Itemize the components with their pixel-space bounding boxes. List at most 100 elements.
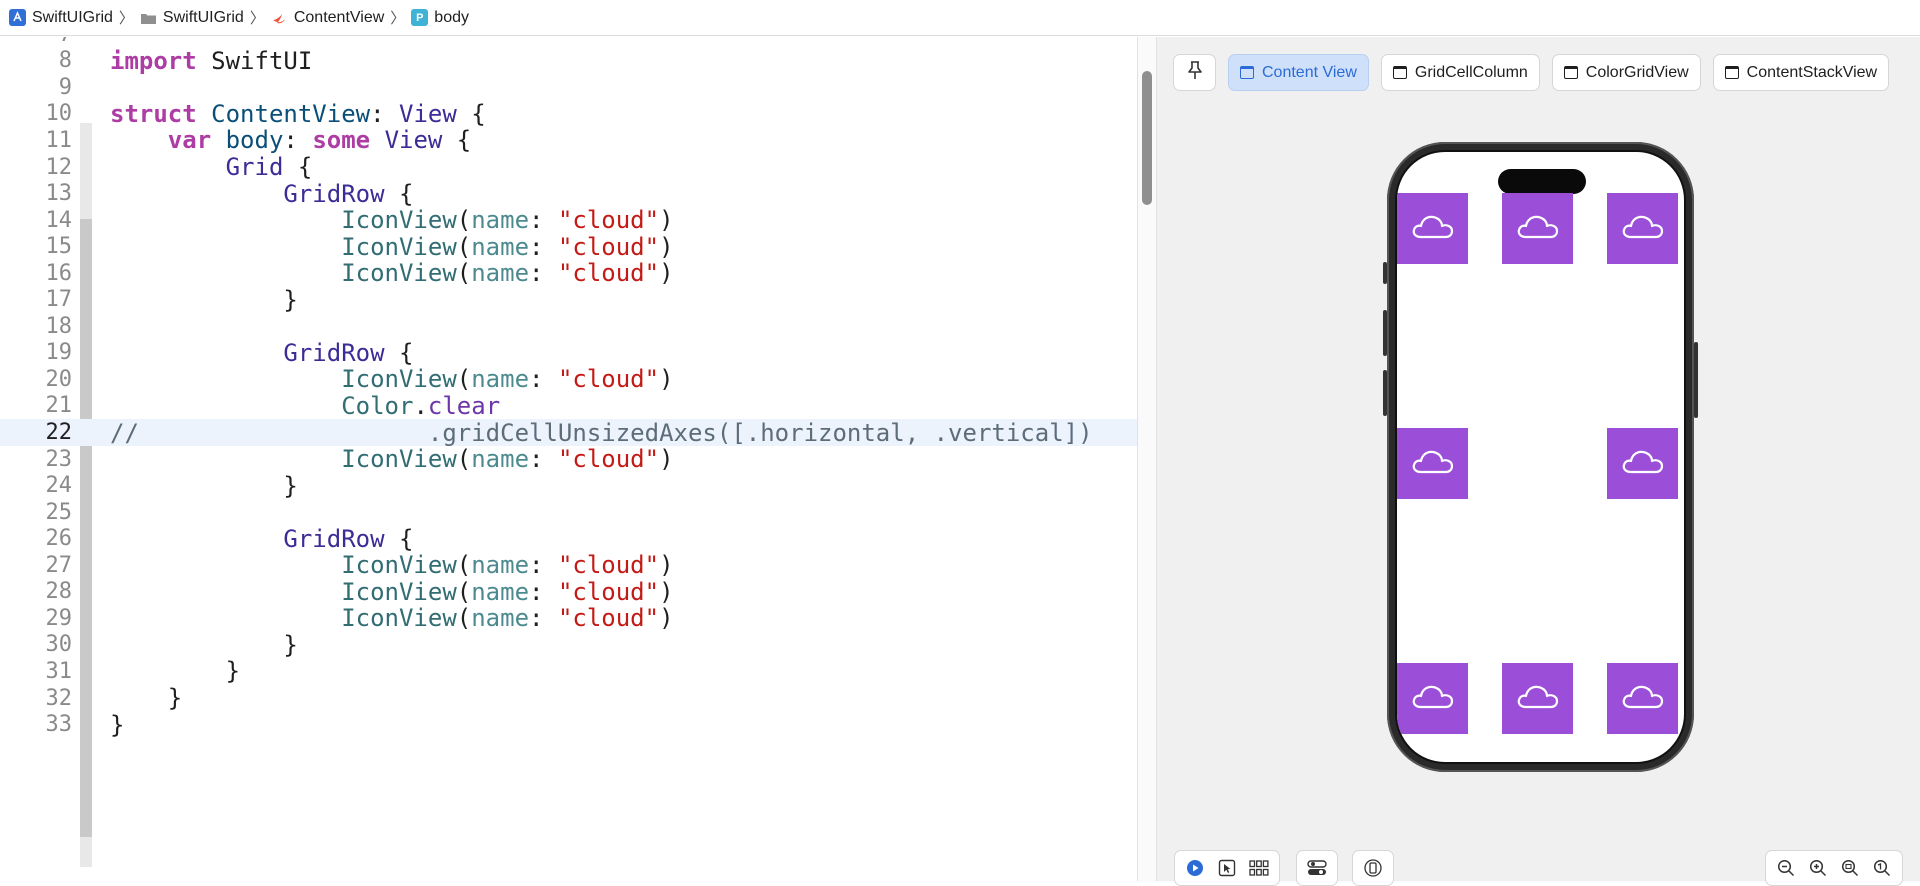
code-token: View [399,99,457,128]
preview-tab-content-view[interactable]: Content View [1228,54,1369,91]
preview-tab-label: ContentStackView [1746,63,1878,81]
code-line[interactable]: 11 var body: some View { [0,126,1137,155]
preview-tab-label: Content View [1262,63,1357,81]
selectable-icon[interactable] [1216,857,1238,879]
code-token: } [110,285,298,314]
cloud-icon [1621,446,1665,481]
code-token: "cloud" [557,259,660,288]
device-settings-icon[interactable] [1306,857,1328,879]
code-token: : [370,99,400,128]
code-line[interactable]: 19 GridRow { [0,339,1137,367]
code-line[interactable]: 10 struct ContentView: View { [0,99,1137,128]
code-line[interactable]: 12 Grid { [0,153,1137,181]
code-line[interactable]: 31 } [0,657,1137,686]
code-token: "cloud" [557,232,660,261]
code-token: : [529,232,558,261]
preview-tab-gridcellcolumn[interactable]: GridCellColumn [1380,54,1540,91]
code-token: name [471,232,530,261]
code-line[interactable]: 20 IconView(name: "cloud") [0,365,1137,394]
code-line[interactable]: 32 } [0,684,1137,712]
code-line[interactable]: 22 // .gridCellUnsizedAxes([.horizontal, … [0,419,1137,447]
code-token: : [529,445,558,474]
code-line[interactable]: 8 import SwiftUI [0,47,1137,75]
line-number: 15 [45,234,73,260]
zoom-out-icon[interactable] [1775,857,1797,879]
preview-tab-colorgridview[interactable]: ColorGridView [1551,54,1701,91]
breadcrumb-item-folder[interactable]: SwiftUIGrid [140,9,244,27]
device-button [1383,262,1387,284]
code-line[interactable]: 14 IconView(name: "cloud") [0,206,1137,235]
code-token: var [167,126,212,155]
code-token: // .gridCellUnsizedAxes([.horizontal, .v… [110,418,1093,447]
code-token: : [529,206,558,235]
code-text: } [110,711,124,739]
grid-cell [1502,663,1573,734]
folder-icon [140,9,157,26]
zoom-in-icon[interactable] [1807,857,1829,879]
code-token: "cloud" [557,365,660,394]
code-token: IconView [341,206,457,235]
line-number: 17 [45,287,73,313]
line-number: 22 [45,420,73,446]
editor-scrollbar[interactable] [1137,37,1157,881]
code-line[interactable]: 30 } [0,631,1137,659]
line-number: 12 [45,154,73,180]
zoom-actual-icon[interactable] [1871,857,1893,879]
code-token: name [471,259,530,288]
code-line[interactable]: 21 Color.clear [0,392,1137,420]
code-token: name [471,206,530,235]
device-preview[interactable] [1383,142,1698,772]
cloud-icon [1516,211,1560,246]
code-text: } [110,285,298,314]
code-token: : [283,126,313,155]
breadcrumb-item-symbol[interactable]: P body [411,9,469,27]
code-line[interactable]: 9 [0,74,1137,101]
code-line[interactable]: 27 IconView(name: "cloud") [0,551,1137,580]
device-button [1694,342,1698,418]
property-icon: P [411,9,429,26]
breadcrumb-label: SwiftUIGrid [162,8,244,26]
code-line[interactable]: 23 IconView(name: "cloud") [0,445,1137,474]
code-line[interactable]: 28 IconView(name: "cloud") [0,577,1137,606]
code-line[interactable]: 18 [0,313,1137,340]
code-token: IconView [341,551,457,580]
code-line[interactable]: 24 } [0,472,1137,500]
code-line[interactable]: 13 GridRow { [0,179,1137,208]
breadcrumb-label: body [434,8,469,26]
code-token: } [110,657,241,686]
code-token: GridRow [283,179,385,208]
code-token: ) [659,445,674,474]
preview-tab-contentstackview[interactable]: ContentStackView [1712,54,1890,91]
code-token: View [384,126,443,155]
scrollbar-thumb[interactable] [1142,71,1152,205]
preview-tabbar: Content View GridCellColumn ColorGridVie… [1173,54,1890,91]
line-number: 13 [45,181,73,207]
code-editor[interactable]: 78 import SwiftUI 910 struct ContentView: V… [0,37,1137,881]
breadcrumb-item-file[interactable]: ContentView [271,9,384,27]
zoom-fit-icon[interactable] [1839,857,1861,879]
cloud-icon [1621,211,1665,246]
pin-preview-button[interactable] [1173,54,1216,91]
code-line[interactable]: 17 } [0,285,1137,314]
code-line[interactable]: 16 IconView(name: "cloud") [0,259,1137,288]
code-text: // .gridCellUnsizedAxes([.horizontal, .v… [110,419,1093,447]
line-number: 30 [45,632,73,658]
variants-grid-icon[interactable] [1248,857,1270,879]
code-token: GridRow [283,524,385,553]
code-line[interactable]: 25 [0,499,1137,526]
code-line[interactable]: 29 IconView(name: "cloud") [0,604,1137,632]
code-token: ) [659,577,674,606]
device-icon[interactable] [1362,857,1384,879]
code-line[interactable]: 33} [0,711,1137,739]
live-preview-icon[interactable] [1184,857,1206,879]
code-token: ) [659,551,674,580]
line-number: 21 [45,393,73,419]
xcode-project-icon [9,9,26,26]
code-text: IconView(name: "cloud") [110,604,673,632]
code-line[interactable]: 15 IconView(name: "cloud") [0,232,1137,261]
breadcrumb-item-project[interactable]: SwiftUIGrid [9,9,113,27]
code-line[interactable]: 26 GridRow { [0,524,1137,553]
